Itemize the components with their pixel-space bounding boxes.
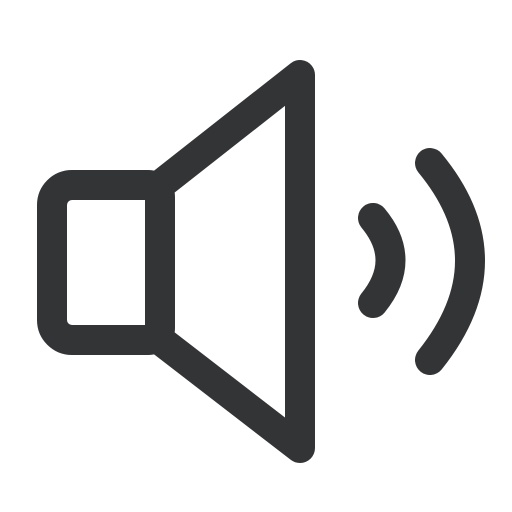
sound-wave-large bbox=[415, 148, 485, 375]
speaker-cone bbox=[145, 60, 315, 463]
sound-wave-small bbox=[358, 203, 406, 318]
icon-canvas bbox=[0, 0, 512, 512]
speaker-box bbox=[37, 170, 175, 355]
speaker-volume-icon[interactable] bbox=[0, 0, 512, 512]
